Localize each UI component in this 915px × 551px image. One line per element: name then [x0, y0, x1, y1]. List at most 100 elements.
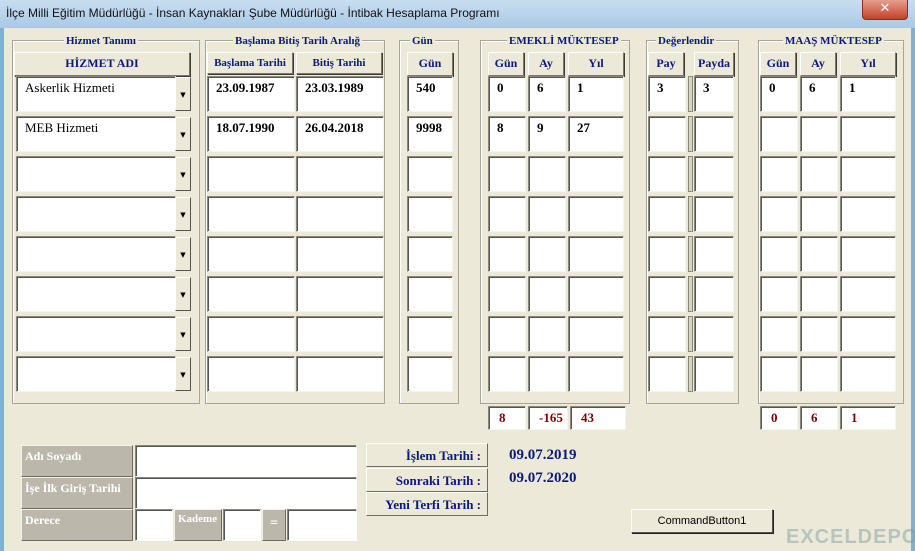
cell-payda[interactable] — [694, 356, 734, 392]
cell-m_ay[interactable]: 6 — [800, 76, 838, 112]
hizmet-name-input[interactable] — [16, 156, 176, 192]
cell-days[interactable] — [407, 356, 453, 392]
cell-pay[interactable] — [648, 276, 686, 312]
cell-days[interactable] — [407, 196, 453, 232]
cell-m_yil[interactable] — [840, 116, 896, 152]
cell-e_ay[interactable] — [528, 356, 566, 392]
cell-m_gun[interactable] — [760, 356, 798, 392]
cell-end[interactable] — [296, 156, 384, 192]
cell-e_gun[interactable] — [488, 236, 526, 272]
cell-days[interactable] — [407, 156, 453, 192]
cell-m_yil[interactable] — [840, 316, 896, 352]
cell-m_gun[interactable] — [760, 156, 798, 192]
cell-payda[interactable] — [694, 156, 734, 192]
cell-m_ay[interactable] — [800, 196, 838, 232]
cell-pay[interactable] — [648, 196, 686, 232]
cell-start[interactable]: 23.09.1987 — [207, 76, 295, 112]
cell-days[interactable] — [407, 276, 453, 312]
cell-m_yil[interactable] — [840, 196, 896, 232]
cell-e_gun[interactable]: 0 — [488, 76, 526, 112]
dropdown-button[interactable]: ▼ — [175, 197, 191, 231]
cell-m_gun[interactable] — [760, 236, 798, 272]
cell-m_ay[interactable] — [800, 276, 838, 312]
cell-start[interactable] — [207, 196, 295, 232]
cell-start[interactable] — [207, 276, 295, 312]
cell-m_ay[interactable] — [800, 356, 838, 392]
cell-payda[interactable] — [694, 196, 734, 232]
cell-e_yil[interactable] — [568, 356, 624, 392]
cell-e_gun[interactable] — [488, 156, 526, 192]
cell-e_ay[interactable] — [528, 276, 566, 312]
cell-end[interactable] — [296, 316, 384, 352]
cell-m_ay[interactable] — [800, 116, 838, 152]
result-input[interactable] — [287, 509, 357, 541]
cell-m_ay[interactable] — [800, 156, 838, 192]
derece-input[interactable] — [135, 509, 173, 541]
cell-pay[interactable]: 3 — [648, 76, 686, 112]
dropdown-button[interactable]: ▼ — [175, 77, 191, 111]
cell-e_ay[interactable]: 9 — [528, 116, 566, 152]
kademe-input[interactable] — [223, 509, 261, 541]
cell-payda[interactable] — [694, 236, 734, 272]
command-button-1[interactable]: CommandButton1 — [631, 509, 773, 533]
cell-m_ay[interactable] — [800, 316, 838, 352]
cell-end[interactable] — [296, 196, 384, 232]
cell-m_yil[interactable] — [840, 236, 896, 272]
cell-e_ay[interactable] — [528, 236, 566, 272]
cell-end[interactable] — [296, 236, 384, 272]
cell-e_yil[interactable]: 1 — [568, 76, 624, 112]
cell-e_gun[interactable] — [488, 196, 526, 232]
cell-m_ay[interactable] — [800, 236, 838, 272]
ise-giris-input[interactable] — [135, 477, 357, 509]
hizmet-name-input[interactable] — [16, 276, 176, 312]
cell-e_yil[interactable]: 27 — [568, 116, 624, 152]
cell-m_yil[interactable] — [840, 156, 896, 192]
cell-payda[interactable]: 3 — [694, 76, 734, 112]
cell-e_yil[interactable] — [568, 316, 624, 352]
cell-e_gun[interactable]: 8 — [488, 116, 526, 152]
hizmet-name-input[interactable]: Askerlik Hizmeti — [16, 76, 176, 112]
dropdown-button[interactable]: ▼ — [175, 117, 191, 151]
cell-end[interactable]: 26.04.2018 — [296, 116, 384, 152]
cell-e_ay[interactable] — [528, 156, 566, 192]
cell-m_yil[interactable] — [840, 356, 896, 392]
close-button[interactable]: ✕ — [862, 0, 908, 20]
dropdown-button[interactable]: ▼ — [175, 157, 191, 191]
adi-soyadi-input[interactable] — [135, 445, 357, 477]
cell-days[interactable] — [407, 316, 453, 352]
cell-e_ay[interactable] — [528, 196, 566, 232]
cell-e_gun[interactable] — [488, 356, 526, 392]
cell-m_gun[interactable] — [760, 276, 798, 312]
cell-days[interactable]: 540 — [407, 76, 453, 112]
cell-e_yil[interactable] — [568, 236, 624, 272]
cell-e_ay[interactable] — [528, 316, 566, 352]
hizmet-name-input[interactable] — [16, 356, 176, 392]
cell-payda[interactable] — [694, 316, 734, 352]
cell-pay[interactable] — [648, 116, 686, 152]
cell-e_ay[interactable]: 6 — [528, 76, 566, 112]
hizmet-name-input[interactable] — [16, 196, 176, 232]
cell-e_gun[interactable] — [488, 276, 526, 312]
hizmet-name-input[interactable] — [16, 236, 176, 272]
cell-end[interactable]: 23.03.1989 — [296, 76, 384, 112]
cell-m_gun[interactable]: 0 — [760, 76, 798, 112]
cell-start[interactable]: 18.07.1990 — [207, 116, 295, 152]
cell-m_gun[interactable] — [760, 116, 798, 152]
cell-days[interactable] — [407, 236, 453, 272]
cell-start[interactable] — [207, 236, 295, 272]
cell-end[interactable] — [296, 356, 384, 392]
cell-m_yil[interactable]: 1 — [840, 76, 896, 112]
cell-start[interactable] — [207, 316, 295, 352]
dropdown-button[interactable]: ▼ — [175, 357, 191, 391]
cell-m_gun[interactable] — [760, 196, 798, 232]
cell-payda[interactable] — [694, 276, 734, 312]
cell-payda[interactable] — [694, 116, 734, 152]
equals-button[interactable]: = — [262, 509, 286, 541]
cell-end[interactable] — [296, 276, 384, 312]
cell-days[interactable]: 9998 — [407, 116, 453, 152]
cell-pay[interactable] — [648, 236, 686, 272]
cell-pay[interactable] — [648, 356, 686, 392]
dropdown-button[interactable]: ▼ — [175, 317, 191, 351]
cell-start[interactable] — [207, 356, 295, 392]
cell-pay[interactable] — [648, 316, 686, 352]
